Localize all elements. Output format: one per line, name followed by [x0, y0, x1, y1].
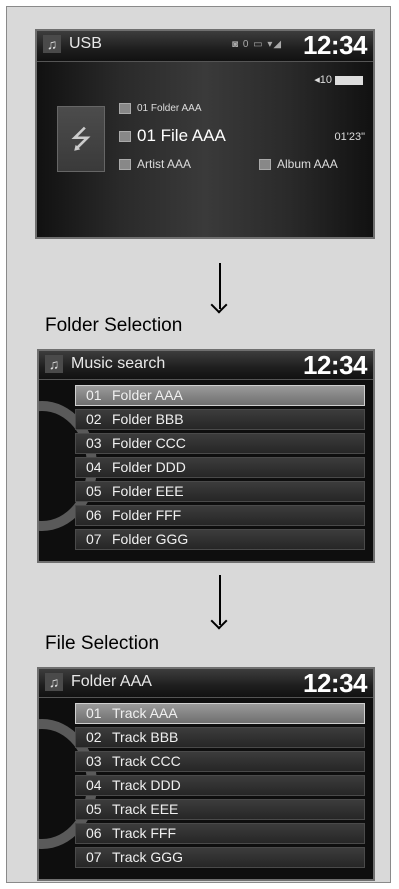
list-item[interactable]: 07 Track GGG	[75, 847, 365, 868]
file-icon	[119, 131, 131, 143]
manual-figure-frame: ♫ USB ◙ 0 ▭ ▾◢ 12:34 ◂10 ⭍ 01 Folder AAA…	[6, 6, 391, 883]
source-label: USB	[69, 35, 102, 52]
title-bar: ♫ Music search 12:34	[39, 351, 373, 380]
down-arrow-icon	[219, 575, 221, 625]
folder-track-list-screen: ♫ Folder AAA 12:34 01 Track AAA 02 Track B…	[37, 667, 375, 881]
list-item[interactable]: 04 Folder DDD	[75, 457, 365, 478]
music-search-screen: ♫ Music search 12:34 01 Folder AAA 02 Fold…	[37, 349, 375, 563]
album-icon	[259, 159, 271, 171]
music-note-icon: ♫	[43, 35, 61, 53]
list-item[interactable]: 01 Folder AAA	[75, 385, 365, 406]
volume-level: 10	[319, 74, 332, 86]
usb-now-playing-screen: ♫ USB ◙ 0 ▭ ▾◢ 12:34 ◂10 ⭍ 01 Folder AAA…	[35, 29, 375, 239]
list-item[interactable]: 06 Folder FFF	[75, 505, 365, 526]
screen-title: Music search	[71, 355, 166, 372]
list-item[interactable]: 05 Folder EEE	[75, 481, 365, 502]
music-note-icon: ♫	[45, 673, 63, 691]
down-arrow-icon	[219, 263, 221, 309]
elapsed-time: 01'23"	[334, 131, 365, 143]
title-bar: ♫ Folder AAA 12:34	[39, 669, 373, 698]
clock: 12:34	[303, 668, 368, 698]
folder-icon	[119, 103, 131, 114]
list-item[interactable]: 03 Folder CCC	[75, 433, 365, 454]
list-item[interactable]: 05 Track EEE	[75, 799, 365, 820]
folder-selection-label: Folder Selection	[45, 315, 183, 336]
current-file: 01 File AAA	[119, 126, 226, 146]
clock: 12:34	[303, 30, 368, 60]
list-item[interactable]: 02 Track BBB	[75, 727, 365, 748]
artist-icon	[119, 159, 131, 171]
screen-title: Folder AAA	[71, 673, 152, 690]
artist: Artist AAA	[119, 157, 191, 171]
list-item[interactable]: 03 Track CCC	[75, 751, 365, 772]
current-folder: 01 Folder AAA	[119, 103, 201, 114]
volume-bar	[335, 75, 363, 85]
clock: 12:34	[303, 350, 368, 380]
status-icons: ◙ 0 ▭ ▾◢	[232, 39, 283, 50]
file-selection-label: File Selection	[45, 633, 160, 654]
list-item[interactable]: 02 Folder BBB	[75, 409, 365, 430]
volume-indicator: ◂10	[314, 73, 363, 86]
album: Album AAA	[259, 157, 338, 171]
usb-icon: ⭍	[57, 106, 105, 172]
list-item[interactable]: 07 Folder GGG	[75, 529, 365, 550]
music-note-icon: ♫	[45, 355, 63, 373]
list-item[interactable]: 06 Track FFF	[75, 823, 365, 844]
list-item[interactable]: 01 Track AAA	[75, 703, 365, 724]
title-bar: ♫ USB ◙ 0 ▭ ▾◢ 12:34	[37, 31, 373, 62]
list-item[interactable]: 04 Track DDD	[75, 775, 365, 796]
